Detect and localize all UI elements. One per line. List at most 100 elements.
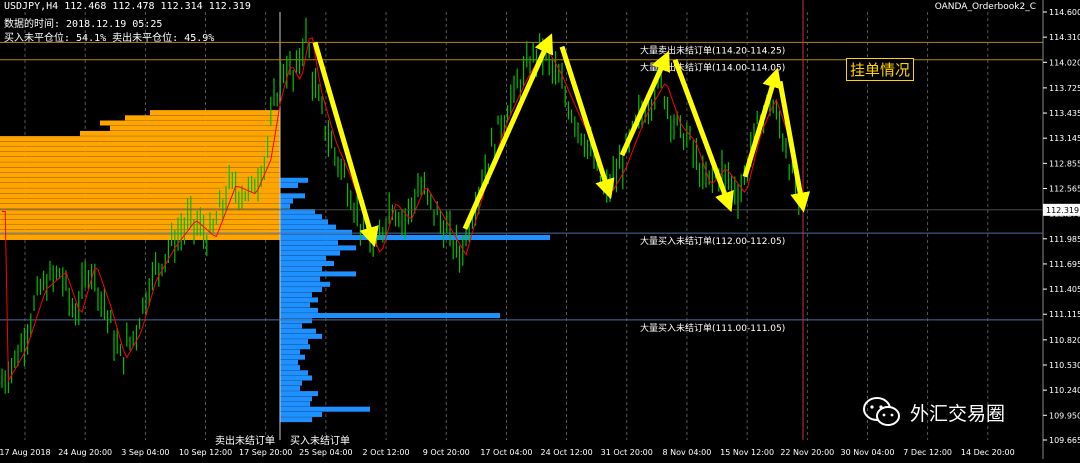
chart-title: 挂单情况 [846, 58, 915, 81]
sell-order-bar [0, 146, 280, 152]
buy-order-bar [280, 224, 336, 230]
sell-order-bar [125, 115, 280, 121]
x-tick-label: 3 Sep 04:00 [121, 448, 169, 457]
buy-order-bar [280, 281, 330, 287]
buy-order-bar [280, 193, 305, 199]
buy-order-bar [280, 349, 300, 355]
y-tick-label: 110.820 [1049, 336, 1080, 345]
x-tick-label: 7 Dec 12:00 [903, 448, 952, 457]
x-tick-label: 22 Nov 20:00 [780, 448, 834, 457]
y-tick-label: 114.310 [1049, 33, 1080, 42]
buy-order-bar [280, 229, 352, 235]
x-tick-label: 10 Sep 12:00 [179, 448, 232, 457]
x-tick-label: 8 Nov 04:00 [663, 448, 712, 457]
x-tick-label: 9 Oct 20:00 [423, 448, 470, 457]
x-tick-label: 31 Oct 20:00 [601, 448, 653, 457]
buy-order-bar [280, 203, 290, 209]
y-tick-label: 113.435 [1049, 109, 1080, 118]
x-tick-label: 17 Sep 20:00 [239, 448, 292, 457]
sell-order-bar [0, 182, 280, 188]
buy-order-bar [280, 198, 293, 204]
buy-order-bar [280, 177, 308, 183]
buy-order-bar [280, 380, 302, 386]
x-tick-label: 15 Nov 12:00 [720, 448, 774, 457]
buy-order-bar [280, 297, 318, 303]
buy-order-bar [280, 182, 298, 188]
buy-order-bar [280, 417, 312, 423]
sell-order-bar [0, 229, 280, 235]
symbol-line: USDJPY,H4 112.468 112.478 112.314 112.31… [4, 1, 251, 12]
buy-order-bar [280, 411, 322, 417]
buy-order-bar [280, 234, 550, 240]
price-level-label: 大量买入未结订单(112.00-112.05) [640, 235, 785, 247]
buy-order-bar [280, 302, 310, 308]
y-tick-label: 114.600 [1049, 8, 1080, 17]
broker-label: OANDA_Orderbook2_C [934, 2, 1036, 12]
buy-order-bar [280, 287, 322, 293]
sell-order-bar [0, 156, 280, 162]
current-price-label: 112.319 [1046, 206, 1079, 215]
buy-order-bar [280, 359, 298, 365]
buy-order-bar [280, 250, 340, 256]
buy-order-bar [280, 354, 305, 360]
buy-order-bar [280, 245, 356, 251]
buy-order-bar [280, 313, 500, 319]
y-tick-label: 110.530 [1049, 361, 1080, 370]
buy-order-bar [280, 328, 316, 334]
x-tick-label: 24 Aug 20:00 [58, 448, 112, 457]
x-tick-label: 24 Oct 12:00 [541, 448, 593, 457]
buy-order-bar [280, 318, 312, 324]
buy-order-bar [280, 396, 312, 402]
buy-order-bar [280, 214, 322, 220]
x-tick-label: 30 Nov 04:00 [841, 448, 895, 457]
buy-order-bar [280, 370, 308, 376]
y-tick-label: 110.240 [1049, 386, 1080, 395]
buy-orders-label: 买入未结订单 [290, 436, 350, 447]
sell-order-bar [0, 172, 280, 178]
sell-order-bar [0, 141, 280, 147]
sell-order-bar [0, 214, 280, 220]
y-tick-label: 112.565 [1049, 184, 1080, 193]
price-level-label: 大量卖出未结订单(114.20-114.25) [640, 44, 785, 56]
buy-order-bar [280, 339, 308, 345]
buy-order-bar [280, 240, 338, 246]
y-tick-label: 113.725 [1049, 84, 1080, 93]
sell-order-bar [225, 177, 280, 183]
y-tick-label: 113.145 [1049, 134, 1080, 143]
wechat-icon [863, 397, 900, 426]
sell-order-bar [0, 224, 280, 230]
chart-svg: 17 Aug 2018 24 Aug 20:00 3 Sep 04:00 10 Sep… [0, 0, 1080, 459]
buy-order-bar [280, 307, 318, 313]
y-tick-label: 111.985 [1049, 235, 1080, 244]
watermark: 外汇交易圈 [862, 396, 1005, 428]
sell-order-bar [0, 203, 280, 209]
buy-order-bar [280, 365, 300, 371]
x-tick-label: 17 Aug 2018 [0, 448, 51, 457]
x-tick-label: 17 Oct 04:00 [480, 448, 532, 457]
data-time: 数据的时间: 2018.12.19 05:25 [4, 19, 163, 30]
buy-order-bar [280, 219, 328, 225]
sell-order-bar [0, 136, 280, 142]
buy-order-bar [280, 271, 356, 277]
x-tick-label: 25 Sep 04:00 [299, 448, 352, 457]
price-level-label: 大量买入未结订单(111.00-111.05) [640, 322, 785, 334]
sell-orders-label: 卖出未结订单 [215, 436, 275, 447]
y-tick-label: 109.950 [1049, 411, 1080, 420]
buy-order-bar [280, 276, 320, 282]
buy-order-bar [280, 323, 302, 329]
y-tick-label: 111.115 [1049, 310, 1080, 319]
buy-order-bar [280, 255, 326, 261]
sell-order-bar [150, 110, 280, 116]
buy-order-bar [280, 261, 334, 267]
y-tick-label: 112.855 [1049, 159, 1080, 168]
y-tick-label: 114.020 [1049, 58, 1080, 67]
sell-order-bar [110, 125, 280, 131]
sell-order-bar [0, 151, 280, 157]
y-tick-label: 111.405 [1049, 285, 1080, 294]
watermark-text: 外汇交易圈 [910, 402, 1006, 425]
buy-order-bar [280, 391, 318, 397]
sell-order-bar [100, 120, 280, 126]
buy-order-bar [280, 401, 310, 407]
sell-order-bar [0, 234, 280, 240]
chart: 17 Aug 2018 24 Aug 20:00 3 Sep 04:00 10 Sep… [0, 0, 1080, 459]
